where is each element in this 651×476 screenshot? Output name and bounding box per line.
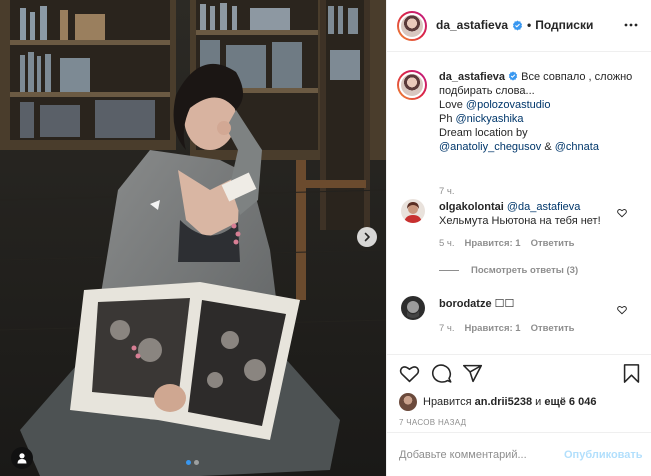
likes-count[interactable]: ещё 6 046 (544, 396, 596, 408)
caption-dream: Dream location by (439, 127, 528, 139)
save-button[interactable] (622, 363, 641, 389)
reply-button[interactable]: Ответить (531, 238, 575, 249)
like-button[interactable] (399, 363, 420, 389)
comment-icon (431, 364, 452, 383)
caption-love: Love (439, 99, 466, 111)
user-icon (17, 453, 27, 464)
bookmark-icon (623, 364, 640, 383)
avatar[interactable] (397, 11, 427, 41)
next-photo-button[interactable] (357, 227, 377, 247)
add-comment-form: Добавьте комментарий... Опубликовать (387, 432, 651, 476)
view-replies-button[interactable]: Посмотреть ответы (3) (439, 265, 578, 276)
comment-meta: 7 ч. Нравится: 1 Ответить (439, 323, 575, 334)
share-icon (462, 364, 483, 383)
comment-likes[interactable]: Нравится: 1 (465, 238, 521, 249)
caption-time: 7 ч. (439, 186, 455, 197)
view-replies-label: Посмотреть ответы (3) (471, 265, 579, 276)
post-header: da_astafieva • Подписки (387, 0, 651, 52)
heart-icon (617, 209, 627, 218)
verified-badge-icon (512, 19, 523, 31)
caption-amp: & (541, 141, 555, 153)
likes-mid: и (532, 396, 545, 408)
comment-body: borodatze ☐☐ (439, 297, 619, 311)
comment-text: Хельмута Ньютона на тебя нет! (439, 215, 601, 227)
comments-list[interactable]: da_astafieva Все совпало , сложно подбир… (387, 53, 651, 353)
mention-link[interactable]: @da_astafieva (507, 201, 581, 213)
post-photo[interactable] (0, 0, 386, 476)
comment-username[interactable]: olgakolontai (439, 201, 504, 213)
like-comment-button[interactable] (617, 302, 627, 320)
mention-link[interactable]: @nickyashika (456, 113, 524, 125)
comment-time: 7 ч. (439, 323, 455, 334)
comment-input[interactable]: Добавьте комментарий... (399, 449, 527, 461)
header-user-line: da_astafieva • Подписки (436, 18, 593, 32)
caption-ph: Ph (439, 113, 456, 125)
avatar[interactable] (401, 199, 425, 223)
comment-likes[interactable]: Нравится: 1 (465, 323, 521, 334)
share-button[interactable] (462, 363, 483, 389)
mention-link[interactable]: @chnata (555, 141, 599, 153)
comment-body: olgakolontai @da_astafieva Хельмута Ньют… (439, 200, 619, 228)
verified-badge-icon (508, 71, 518, 81)
separator-dot: • (527, 18, 532, 32)
post-sidebar: da_astafieva • Подписки da_astafieva Все… (386, 0, 651, 476)
carousel-indicator (186, 460, 199, 465)
tagged-users-button[interactable] (11, 447, 33, 469)
avatar (399, 393, 417, 411)
photo-image (0, 0, 386, 476)
comment-button[interactable] (431, 363, 452, 389)
more-options-button[interactable] (623, 17, 639, 38)
comment-username[interactable]: borodatze (439, 298, 492, 310)
like-comment-button[interactable] (617, 205, 627, 223)
likes-prefix: Нравится (423, 396, 475, 408)
divider (439, 270, 459, 271)
author-username[interactable]: da_astafieva (436, 18, 508, 32)
comment-meta: 5 ч. Нравится: 1 Ответить (439, 238, 575, 249)
avatar[interactable] (397, 70, 427, 100)
mention-link[interactable]: @anatoliy_chegusov (439, 141, 541, 153)
heart-icon (399, 366, 420, 383)
caption-username[interactable]: da_astafieva (439, 71, 505, 83)
post-timestamp: 7 часов назад (399, 418, 467, 427)
avatar[interactable] (401, 296, 425, 320)
action-icons-row (399, 363, 641, 387)
mention-link[interactable]: @polozovastudio (466, 99, 551, 111)
likes-summary[interactable]: Нравится an.drii5238 и ещё 6 046 (399, 393, 596, 411)
likes-user[interactable]: an.drii5238 (475, 396, 532, 408)
more-horizontal-icon (624, 23, 638, 27)
following-button[interactable]: Подписки (535, 18, 593, 32)
chevron-right-icon (364, 232, 370, 242)
comment-time: 5 ч. (439, 238, 455, 249)
heart-icon (617, 306, 627, 315)
comment-text: ☐☐ (494, 298, 515, 310)
reply-button[interactable]: Ответить (531, 323, 575, 334)
carousel-dot (194, 460, 199, 465)
carousel-dot (186, 460, 191, 465)
post-actions: Нравится an.drii5238 и ещё 6 046 7 часов… (387, 354, 651, 430)
post-comment-button[interactable]: Опубликовать (564, 449, 643, 461)
caption-text: da_astafieva Все совпало , сложно подбир… (439, 70, 645, 154)
